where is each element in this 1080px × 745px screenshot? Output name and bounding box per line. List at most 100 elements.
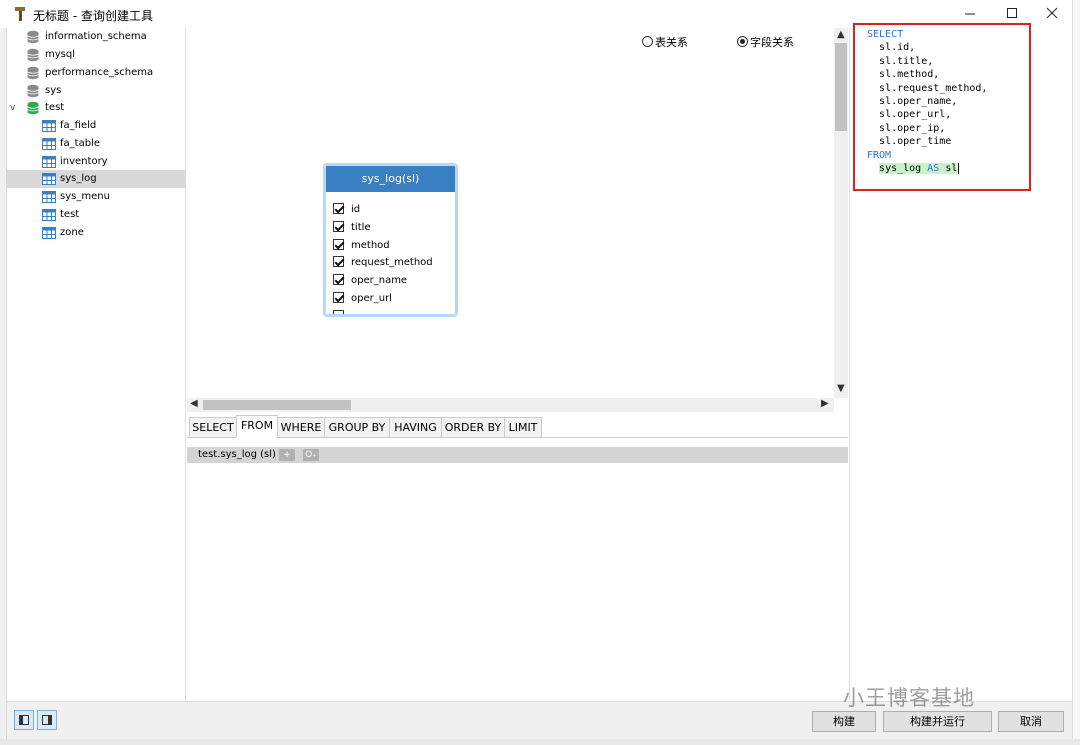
tab-order-by[interactable]: ORDER BY (441, 417, 505, 438)
sql-from-keyword: FROM (867, 149, 892, 161)
sql-line: sl.request_method, (867, 82, 987, 95)
diagram-canvas[interactable]: 表关系 字段关系 sys_log(sl) id title method reques… (187, 28, 834, 398)
database-icon (27, 66, 39, 80)
table-icon (42, 138, 56, 150)
build-button[interactable]: 构建 (812, 711, 876, 732)
scroll-down-icon[interactable]: ▼ (837, 383, 845, 394)
sql-line: sl.method, (867, 68, 987, 81)
expand-chevron-icon[interactable]: v (10, 99, 15, 117)
field-checkbox[interactable] (333, 292, 344, 303)
layout-left-pane-button[interactable] (14, 710, 34, 730)
tree-item-sys-db[interactable]: sys (7, 82, 186, 100)
close-button[interactable] (1030, 0, 1074, 28)
left-panel-icon (19, 715, 29, 725)
scroll-left-icon[interactable]: ◀ (190, 398, 198, 409)
from-clause-panel[interactable]: test.sys_log (sl) + O₊ (187, 438, 848, 701)
sql-line: sl.oper_name, (867, 95, 987, 108)
field-name: title (351, 221, 371, 233)
tab-having[interactable]: HAVING (389, 417, 442, 438)
horizontal-scroll-thumb[interactable] (203, 400, 351, 410)
window-title: 无标题 - 查询创建工具 (33, 9, 153, 23)
build-and-run-button[interactable]: 构建并运行 (883, 711, 992, 732)
vertical-scroll-thumb[interactable] (835, 43, 847, 131)
field-row-oper-name[interactable]: oper_name (333, 272, 407, 289)
field-row-id[interactable]: id (333, 201, 360, 218)
tree-item-mysql-db[interactable]: mysql (7, 46, 186, 64)
field-row-oper-url[interactable]: oper_url (333, 290, 392, 307)
table-icon (42, 227, 56, 239)
tab-from[interactable]: FROM (236, 415, 278, 438)
tree-item-inventory-table[interactable]: inventory (7, 153, 186, 171)
radio-table-relation[interactable]: 表关系 (642, 36, 688, 50)
tree-item-label: information_schema (45, 31, 147, 42)
field-checkbox[interactable] (333, 256, 344, 268)
sql-column: sl.request_method, (879, 82, 988, 94)
field-checkbox[interactable] (333, 238, 344, 250)
tab-limit[interactable]: LIMIT (504, 417, 542, 438)
tab-group-by[interactable]: GROUP BY (324, 417, 390, 438)
table-card-title[interactable]: sys_log(sl) (326, 166, 455, 192)
from-table-row[interactable]: test.sys_log (sl) + O₊ (187, 447, 848, 463)
tree-item-label: fa_table (60, 138, 100, 149)
field-row-method[interactable]: method (333, 237, 390, 254)
tree-item-test-db[interactable]: v test (7, 99, 186, 117)
field-row-request-method[interactable]: request_method (333, 254, 433, 271)
tree-item-sys-log-table[interactable]: sys_log (7, 170, 186, 188)
tree-item-label: performance_schema (45, 67, 154, 78)
background-window-strip-right (1072, 0, 1080, 745)
add-table-button[interactable]: + (279, 449, 295, 461)
field-checkbox[interactable] (333, 203, 344, 214)
database-icon (27, 48, 39, 62)
cancel-button[interactable]: 取消 (998, 711, 1064, 732)
right-panel-icon (42, 715, 52, 725)
tab-where[interactable]: WHERE (277, 417, 325, 438)
sql-column: sl.oper_url, (879, 109, 952, 121)
tree-item-sys-menu-table[interactable]: sys_menu (7, 188, 186, 206)
table-icon (42, 120, 56, 132)
field-name: oper_url (351, 293, 392, 304)
sql-selection: sys_log AS sl (879, 163, 958, 175)
field-row-title[interactable]: title (333, 219, 371, 236)
sql-preview-panel[interactable]: SELECT sl.id, sl.title, sl.method, sl.re… (849, 23, 1071, 701)
scroll-right-icon[interactable]: ▶ (821, 398, 829, 409)
scroll-up-icon[interactable]: ▲ (837, 29, 845, 40)
sql-column: sl.title, (879, 55, 934, 67)
sql-line: sl.id, (867, 41, 987, 54)
tree-item-label: test (60, 209, 80, 220)
sql-column: sl.oper_time (879, 136, 952, 148)
field-checkbox[interactable] (333, 274, 344, 286)
field-name: method (351, 239, 390, 251)
tree-item-fa-field-table[interactable]: fa_field (7, 117, 186, 135)
field-checkbox[interactable] (333, 220, 344, 232)
sql-code[interactable]: SELECT sl.id, sl.title, sl.method, sl.re… (867, 28, 987, 175)
sql-table-name: sys_log (879, 163, 922, 175)
database-tree[interactable]: information_schemamysql performance_schem… (7, 28, 186, 701)
table-card-sys-log[interactable]: sys_log(sl) id title method request_methodo… (323, 163, 458, 317)
field-name: request_method (351, 257, 433, 269)
from-table-entry[interactable]: test.sys_log (sl) (198, 447, 276, 463)
horizontal-scrollbar[interactable]: ◀ ▶ (187, 398, 834, 412)
tree-item-zone-table[interactable]: zone (7, 224, 186, 242)
tree-item-label: zone (60, 227, 84, 238)
tab-select[interactable]: SELECT (189, 417, 237, 438)
sql-column: sl.id, (879, 42, 916, 54)
tree-item-test-table[interactable]: test (7, 206, 186, 224)
tree-item-fa-table-table[interactable]: fa_table (7, 135, 186, 153)
radio-field-relation[interactable]: 字段关系 (737, 36, 794, 50)
alias-button[interactable]: O₊ (303, 449, 319, 461)
field-name: oper_name (351, 275, 408, 287)
sql-line: FROM (867, 149, 987, 162)
field-checkbox-partial[interactable] (333, 310, 344, 314)
sql-table-alias: sl (945, 163, 958, 175)
tree-item-label: sys_log (60, 173, 97, 184)
layout-right-pane-button[interactable] (37, 710, 57, 730)
tree-item-performance-schema-db[interactable]: performance_schema (7, 64, 186, 82)
vertical-scrollbar[interactable]: ▲ ▼ (834, 28, 848, 398)
tree-item-information-schema-db[interactable]: information_schema (7, 28, 186, 46)
tree-item-label: inventory (60, 156, 108, 167)
